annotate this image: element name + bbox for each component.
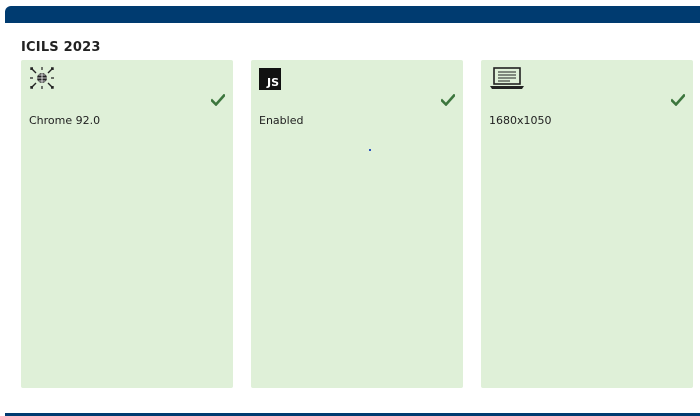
browser-version-value: Chrome 92.0 (29, 114, 101, 127)
browser-globe-icon (30, 67, 54, 89)
page-title: ICILS 2023 (21, 40, 101, 55)
laptop-icon (490, 67, 524, 89)
javascript-icon: JS (259, 68, 281, 90)
check-icon (441, 94, 455, 106)
javascript-check-card: JS Enabled (251, 60, 463, 388)
check-icon (671, 94, 685, 106)
javascript-status-value: Enabled (259, 114, 304, 127)
browser-check-card: Chrome 92.0 (21, 60, 233, 388)
screen-resolution-value: 1680x1050 (489, 114, 552, 127)
loading-dot (369, 149, 371, 151)
main-content: ICILS 2023 Chrome 92.0 JS Enabled 1680x1… (5, 23, 700, 413)
check-icon (211, 94, 225, 106)
resolution-check-card: 1680x1050 (481, 60, 693, 388)
